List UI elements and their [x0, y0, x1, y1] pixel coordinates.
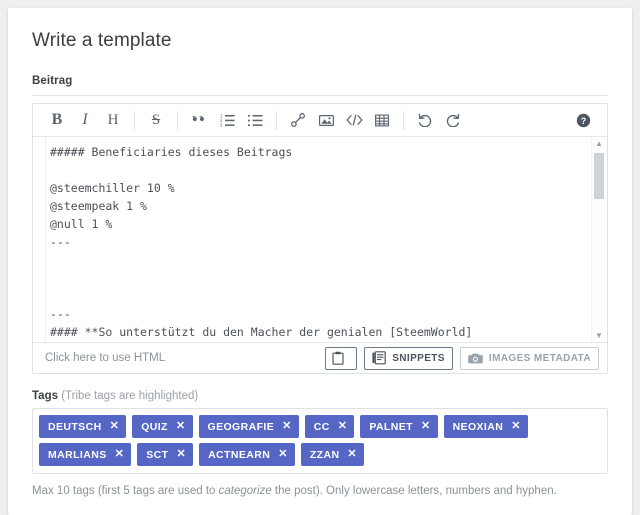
tag-chip[interactable]: ZZAN ✕ — [300, 443, 365, 466]
editor-content[interactable]: ##### Beneficiaries dieses Beitrags @ste… — [50, 137, 585, 341]
tag-chip[interactable]: SCT ✕ — [137, 443, 194, 466]
undo-icon[interactable] — [411, 107, 439, 133]
tag-chip[interactable]: CC ✕ — [304, 415, 355, 438]
blockquote-icon[interactable] — [185, 107, 213, 133]
bold-icon[interactable]: B — [43, 107, 71, 133]
label-divider — [32, 95, 608, 96]
tag-chip[interactable]: DEUTSCH ✕ — [39, 415, 127, 438]
link-icon[interactable] — [284, 107, 312, 133]
tag-chip-label: NEOXIAN — [452, 420, 504, 433]
tag-remove-icon[interactable]: ✕ — [421, 421, 431, 432]
tag-chip[interactable]: GEOGRAFIE ✕ — [198, 415, 299, 438]
editor-text-area[interactable]: ##### Beneficiaries dieses Beitrags @ste… — [33, 137, 607, 342]
toolbar-divider — [276, 110, 277, 130]
table-icon[interactable] — [368, 107, 396, 133]
tag-remove-icon[interactable]: ✕ — [511, 421, 521, 432]
tag-chip-label: PALNET — [369, 420, 413, 433]
italic-icon[interactable]: I — [71, 107, 99, 133]
help-icon[interactable]: ? — [569, 107, 597, 133]
tags-hint-prefix: Max 10 tags (first 5 tags are used to — [32, 485, 219, 497]
tags-hint: Max 10 tags (first 5 tags are used to ca… — [32, 485, 616, 497]
tag-remove-icon[interactable]: ✕ — [278, 449, 288, 460]
editor-toolbar: B I H S 1 2 3 ? — [33, 104, 607, 137]
tag-chip[interactable]: PALNET ✕ — [360, 415, 438, 438]
tag-chip-label: SCT — [146, 448, 169, 461]
scroll-down-icon[interactable]: ▼ — [592, 329, 606, 342]
tag-chip[interactable]: MARLIANS ✕ — [39, 443, 132, 466]
tag-remove-icon[interactable]: ✕ — [176, 449, 186, 460]
tags-label-note: (Tribe tags are highlighted) — [61, 390, 199, 402]
tag-remove-icon[interactable]: ✕ — [282, 421, 292, 432]
snippets-button[interactable]: SNIPPETS — [364, 346, 453, 370]
tags-input-container[interactable]: DEUTSCH ✕ QUIZ ✕ GEOGRAFIE ✕ CC ✕ PALNET ✕ NEOXIAN… — [32, 408, 608, 474]
svg-text:?: ? — [580, 116, 586, 126]
use-html-link[interactable]: Click here to use HTML — [45, 352, 165, 364]
unordered-list-icon[interactable] — [241, 107, 269, 133]
tag-chip-label: GEOGRAFIE — [207, 420, 275, 433]
scrollbar-thumb[interactable] — [594, 153, 604, 199]
tag-chip[interactable]: QUIZ ✕ — [132, 415, 193, 438]
ordered-list-icon[interactable]: 1 2 3 — [213, 107, 241, 133]
clipboard-button[interactable] — [325, 346, 358, 370]
redo-icon[interactable] — [439, 107, 467, 133]
page-title: Write a template — [32, 30, 172, 51]
markdown-editor: B I H S 1 2 3 ? ##### Beneficiaries dies… — [32, 103, 608, 374]
tag-chip-label: DEUTSCH — [48, 420, 102, 433]
tag-remove-icon[interactable]: ✕ — [338, 421, 348, 432]
tag-chip-label: QUIZ — [141, 420, 168, 433]
editor-gutter — [45, 137, 46, 342]
images-metadata-button-label: IMAGES METADATA — [488, 352, 591, 364]
code-icon[interactable] — [340, 107, 368, 133]
image-icon[interactable] — [312, 107, 340, 133]
camera-icon — [468, 352, 483, 365]
toolbar-divider — [177, 110, 178, 130]
tag-chip-label: CC — [313, 420, 330, 433]
tags-hint-suffix: the post). Only lowercase letters, numbe… — [271, 485, 557, 497]
tags-label-text: Tags — [32, 390, 58, 402]
snippets-button-label: SNIPPETS — [392, 352, 445, 364]
write-template-card: Write a template Beitrag B I H S 1 2 3 ?… — [8, 8, 632, 515]
strikethrough-icon[interactable]: S — [142, 107, 170, 133]
tag-remove-icon[interactable]: ✕ — [115, 449, 125, 460]
clipboard-icon — [332, 351, 344, 365]
tag-chip-label: ACTNEARN — [208, 448, 271, 461]
editor-footer: Click here to use HTML SNIPPETS IMAGES M… — [33, 342, 607, 373]
tag-chip[interactable]: ACTNEARN ✕ — [199, 443, 295, 466]
toolbar-divider — [134, 110, 135, 130]
card-content: Write a template Beitrag B I H S 1 2 3 ?… — [8, 8, 632, 497]
tag-chip-label: MARLIANS — [48, 448, 107, 461]
images-metadata-button[interactable]: IMAGES METADATA — [459, 346, 599, 370]
heading-icon[interactable]: H — [99, 107, 127, 133]
tag-remove-icon[interactable]: ✕ — [110, 421, 120, 432]
snippets-icon — [372, 351, 387, 365]
tag-remove-icon[interactable]: ✕ — [347, 449, 357, 460]
tag-remove-icon[interactable]: ✕ — [176, 421, 186, 432]
toolbar-divider — [403, 110, 404, 130]
tag-chip[interactable]: NEOXIAN ✕ — [443, 415, 528, 438]
tags-field-label: Tags (Tribe tags are highlighted) — [32, 390, 616, 402]
scroll-up-icon[interactable]: ▲ — [592, 137, 606, 150]
tag-chip-label: ZZAN — [309, 448, 340, 461]
editor-vertical-scrollbar[interactable]: ▲ ▼ — [591, 137, 606, 342]
svg-text:3: 3 — [220, 122, 223, 126]
beitrag-field-label: Beitrag — [32, 75, 73, 87]
tags-hint-italic: categorize — [218, 485, 272, 497]
